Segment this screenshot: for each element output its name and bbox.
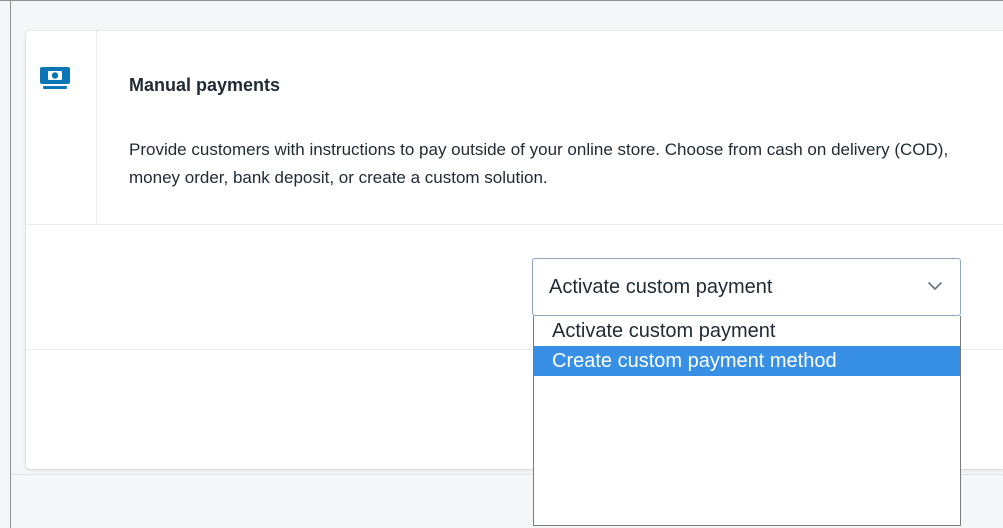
option-activate-custom-payment[interactable]: Activate custom payment <box>534 316 960 346</box>
card-divider <box>26 224 1003 225</box>
select-value: Activate custom payment <box>549 275 773 298</box>
card-title: Manual payments <box>129 75 281 95</box>
option-create-custom-payment-method[interactable]: Create custom payment method <box>534 346 960 376</box>
window-frame-top <box>0 0 1003 1</box>
card-icon-column <box>26 31 97 224</box>
window-frame-left <box>10 0 11 528</box>
money-icon <box>40 67 70 89</box>
card-description: Provide customers with instructions to p… <box>129 140 949 187</box>
chevron-down-icon <box>928 282 942 290</box>
select-dropdown-list: Activate custom payment Create custom pa… <box>533 316 961 526</box>
custom-payment-select[interactable]: Activate custom payment <box>532 258 961 316</box>
